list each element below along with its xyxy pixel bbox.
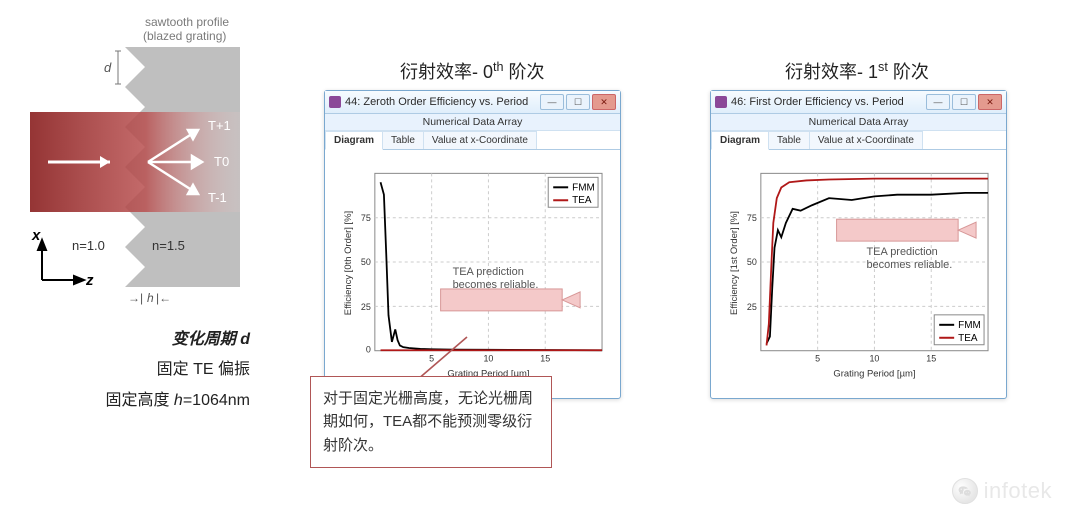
svg-text:75: 75 (361, 213, 371, 223)
tab-table[interactable]: Table (768, 131, 810, 149)
svg-text:0: 0 (366, 345, 371, 355)
svg-text:h: h (147, 291, 154, 305)
window-zeroth-order: 44: Zeroth Order Efficiency vs. Period —… (324, 90, 621, 399)
svg-text:Grating Period [µm]: Grating Period [µm] (833, 369, 915, 380)
svg-text:5: 5 (429, 354, 434, 364)
svg-text:5: 5 (815, 354, 820, 364)
grating-diagram: T+1 T0 T-1 sawtooth profile (blazed grat… (30, 12, 280, 416)
svg-text:d: d (104, 60, 112, 75)
tab-value-at-x[interactable]: Value at x-Coordinate (423, 131, 537, 149)
window-tabs: Diagram Table Value at x-Coordinate (325, 131, 620, 150)
svg-text:x: x (31, 227, 41, 244)
svg-text:T+1: T+1 (208, 118, 231, 133)
svg-text:|←: |← (156, 291, 171, 305)
svg-text:15: 15 (540, 354, 550, 364)
window-tabs: Diagram Table Value at x-Coordinate (711, 131, 1006, 150)
callout-box: 对于固定光栅高度，无论光栅周期如何，TEA都不能预测零级衍射阶次。 (310, 376, 552, 468)
window-subtitle: Numerical Data Array (325, 114, 620, 131)
svg-text:TEA: TEA (958, 333, 978, 344)
svg-text:T0: T0 (214, 154, 229, 169)
close-button[interactable]: ✕ (592, 94, 616, 110)
svg-text:z: z (85, 272, 94, 289)
diagram-caption: 变化周期 d 固定 TE 偏振 固定高度 h=1064nm (30, 325, 280, 416)
tab-diagram[interactable]: Diagram (711, 131, 769, 150)
chart-zeroth: 0 25 50 75 5 10 15 Efficiency [0th Order] [%… (333, 158, 612, 388)
app-icon (715, 96, 727, 108)
svg-text:25: 25 (747, 302, 757, 312)
svg-text:75: 75 (747, 213, 757, 223)
chart-legend: FMM TEA (934, 315, 984, 345)
maximize-button[interactable]: ☐ (566, 94, 590, 110)
svg-text:(blazed grating): (blazed grating) (143, 29, 226, 43)
svg-text:T-1: T-1 (208, 190, 227, 205)
window-titlebar[interactable]: 44: Zeroth Order Efficiency vs. Period —… (325, 91, 620, 114)
minimize-button[interactable]: — (926, 94, 950, 110)
window-first-order: 46: First Order Efficiency vs. Period — … (710, 90, 1007, 399)
svg-text:TEA prediction: TEA prediction (866, 246, 937, 258)
svg-text:10: 10 (869, 354, 879, 364)
grating-svg: T+1 T0 T-1 sawtooth profile (blazed grat… (30, 12, 260, 307)
svg-text:FMM: FMM (572, 182, 595, 193)
close-button[interactable]: ✕ (978, 94, 1002, 110)
window-title: 44: Zeroth Order Efficiency vs. Period (345, 96, 540, 108)
window-title: 46: First Order Efficiency vs. Period (731, 96, 926, 108)
figure-title-0th: 衍射效率- 0th 阶次 (400, 58, 545, 84)
svg-text:becomes reliable.: becomes reliable. (866, 259, 952, 271)
wechat-icon (952, 478, 978, 504)
svg-text:FMM: FMM (958, 320, 981, 331)
maximize-button[interactable]: ☐ (952, 94, 976, 110)
tab-diagram[interactable]: Diagram (325, 131, 383, 150)
svg-text:50: 50 (361, 257, 371, 267)
svg-text:→|: →| (128, 291, 143, 305)
svg-text:TEA: TEA (572, 195, 592, 206)
svg-text:Efficiency [1st Order] [%]: Efficiency [1st Order] [%] (729, 211, 740, 315)
svg-text:n=1.5: n=1.5 (152, 238, 185, 253)
svg-text:TEA prediction: TEA prediction (453, 266, 524, 278)
figure-title-1st: 衍射效率- 1st 阶次 (785, 58, 929, 84)
tab-value-at-x[interactable]: Value at x-Coordinate (809, 131, 923, 149)
chart-first: 255075 51015 Efficiency [1st Order] [%] … (719, 158, 998, 388)
minimize-button[interactable]: — (540, 94, 564, 110)
svg-text:becomes reliable.: becomes reliable. (453, 279, 539, 291)
svg-text:n=1.0: n=1.0 (72, 238, 105, 253)
window-subtitle: Numerical Data Array (711, 114, 1006, 131)
svg-text:10: 10 (483, 354, 493, 364)
chart-legend: FMM TEA (548, 177, 598, 207)
svg-text:15: 15 (926, 354, 936, 364)
svg-text:50: 50 (747, 257, 757, 267)
svg-text:25: 25 (361, 302, 371, 312)
watermark: infotek (952, 478, 1052, 504)
app-icon (329, 96, 341, 108)
svg-text:Efficiency [0th Order] [%]: Efficiency [0th Order] [%] (343, 211, 354, 315)
svg-text:sawtooth profile: sawtooth profile (145, 15, 229, 29)
window-titlebar[interactable]: 46: First Order Efficiency vs. Period — … (711, 91, 1006, 114)
tab-table[interactable]: Table (382, 131, 424, 149)
